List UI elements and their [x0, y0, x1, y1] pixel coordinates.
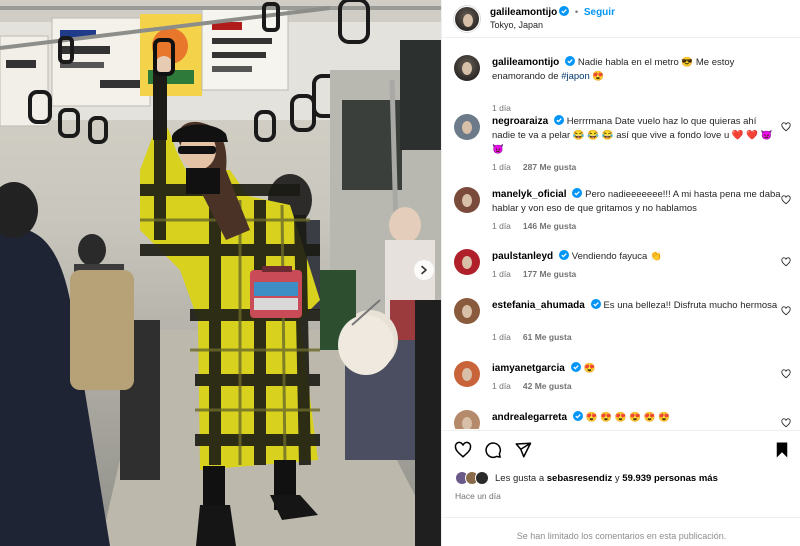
author-username[interactable]: galileamontijo: [490, 7, 557, 18]
comment-time: 1 día: [492, 332, 511, 342]
post-header: galileamontijo • Seguir Tokyo, Japan: [442, 0, 800, 38]
verified-icon: [554, 115, 565, 125]
comment-icon[interactable]: [484, 441, 502, 459]
comment-likes[interactable]: 61 Me gusta: [523, 332, 572, 342]
caption-username[interactable]: galileamontijo: [492, 57, 559, 68]
subway-scene-illustration: [0, 0, 441, 546]
verified-icon: [590, 299, 601, 309]
hashtag-link[interactable]: #japon: [561, 71, 590, 82]
next-photo-button[interactable]: [414, 260, 434, 280]
verified-icon: [570, 362, 581, 372]
comment-avatar[interactable]: [454, 298, 480, 324]
comment-body: estefania_ahumada Es una belleza!! Disfr…: [492, 299, 782, 313]
comment-body: andrealegarreta 😍 😍 😍 😍 😍 😍: [492, 411, 782, 425]
comment-text: 😍: [583, 363, 596, 374]
comment-body: manelyk_oficial Pero nadieeeeeee!!! A mi…: [492, 188, 782, 216]
post-location[interactable]: Tokyo, Japan: [490, 20, 543, 30]
verified-icon: [572, 188, 583, 198]
verified-icon: [559, 6, 570, 16]
post-side-panel: galileamontijo • Seguir Tokyo, Japan gal…: [441, 0, 800, 546]
comment-body: iamyanetgarcia 😍: [492, 362, 782, 376]
likes-prefix: Les gusta a: [495, 472, 545, 484]
share-icon[interactable]: [514, 441, 532, 459]
comment-time: 1 día: [492, 221, 511, 231]
post-actions: Les gusta a sebasresendiz y 59.939 perso…: [442, 430, 800, 546]
likes-user[interactable]: sebasresendiz: [547, 473, 612, 484]
author-line: galileamontijo • Seguir: [490, 6, 615, 18]
post-timestamp[interactable]: Hace un día: [455, 491, 501, 501]
author-avatar[interactable]: [454, 6, 480, 32]
comments-list[interactable]: galileamontijo Nadie habla en el metro 😎…: [442, 39, 800, 429]
comment-username[interactable]: paulstanleyd: [492, 251, 553, 262]
comment-text: Vendiendo fayuca 👏: [571, 251, 662, 262]
comment-time: 1 día: [492, 381, 511, 391]
caption-body-prefix: Nadie habla en el metro: [577, 57, 679, 68]
comment-meta: 1 día 146 Me gusta: [492, 221, 576, 231]
like-comment-heart-icon[interactable]: [781, 122, 791, 132]
bookmark-icon[interactable]: [774, 441, 790, 459]
comment-username[interactable]: iamyanetgarcia: [492, 363, 565, 374]
comment-meta: 1 día 61 Me gusta: [492, 332, 572, 342]
post-photo[interactable]: [0, 0, 441, 546]
comment-username[interactable]: estefania_ahumada: [492, 300, 585, 311]
comment-likes[interactable]: 146 Me gusta: [523, 221, 576, 231]
comment-time: 1 día: [492, 162, 511, 172]
chevron-right-icon: [421, 265, 427, 275]
liker-avatars[interactable]: [455, 471, 489, 485]
comments-limited-notice: Se han limitado los comentarios en esta …: [442, 517, 800, 541]
sunglasses-emoji-icon: 😎: [681, 57, 694, 68]
comment-likes[interactable]: 287 Me gusta: [523, 162, 576, 172]
separator-dot: •: [574, 7, 579, 18]
comment-time: 1 día: [492, 269, 511, 279]
comment-meta: 1 día 42 Me gusta: [492, 381, 572, 391]
comment-avatar[interactable]: [454, 114, 480, 140]
verified-icon: [565, 56, 576, 66]
like-comment-heart-icon[interactable]: [781, 195, 791, 205]
liker-avatar: [475, 471, 489, 485]
comment-avatar[interactable]: [454, 187, 480, 213]
comment-body: negroaraiza Herrrmana Date vuelo haz lo …: [492, 115, 782, 157]
comment-username[interactable]: andrealegarreta: [492, 412, 567, 423]
likes-connector: y: [614, 472, 620, 484]
comment-likes[interactable]: 42 Me gusta: [523, 381, 572, 391]
comment-meta: 1 día 177 Me gusta: [492, 269, 576, 279]
comment-avatar[interactable]: [454, 410, 480, 429]
comment-likes[interactable]: 177 Me gusta: [523, 269, 576, 279]
verified-icon: [559, 250, 570, 260]
comment-text: Es una belleza!! Disfruta mucho hermosa: [603, 300, 778, 311]
likes-count[interactable]: 59.939 personas más: [622, 473, 718, 484]
comment-body: paulstanleyd Vendiendo fayuca 👏: [492, 250, 782, 264]
like-comment-heart-icon[interactable]: [781, 369, 791, 379]
comment-avatar[interactable]: [454, 249, 480, 275]
comment-text: 😍 😍 😍 😍 😍 😍: [585, 412, 670, 423]
like-comment-heart-icon[interactable]: [781, 306, 791, 316]
heart-icon[interactable]: [454, 441, 472, 459]
heart-eyes-emoji-icon: 😍: [592, 71, 605, 82]
verified-icon: [573, 411, 584, 421]
caption-time: 1 día: [492, 103, 511, 113]
comment-meta: 1 día 287 Me gusta: [492, 162, 576, 172]
like-comment-heart-icon[interactable]: [781, 418, 791, 428]
comment-avatar[interactable]: [454, 361, 480, 387]
comment-username[interactable]: negroaraiza: [492, 116, 548, 127]
caption-text: galileamontijo Nadie habla en el metro 😎…: [492, 56, 782, 84]
like-comment-heart-icon[interactable]: [781, 257, 791, 267]
likes-summary: Les gusta a sebasresendiz y 59.939 perso…: [455, 471, 718, 485]
caption-avatar[interactable]: [454, 55, 480, 81]
comment-username[interactable]: manelyk_oficial: [492, 189, 566, 200]
instagram-post-modal: galileamontijo • Seguir Tokyo, Japan gal…: [0, 0, 800, 546]
follow-button[interactable]: Seguir: [584, 7, 615, 18]
